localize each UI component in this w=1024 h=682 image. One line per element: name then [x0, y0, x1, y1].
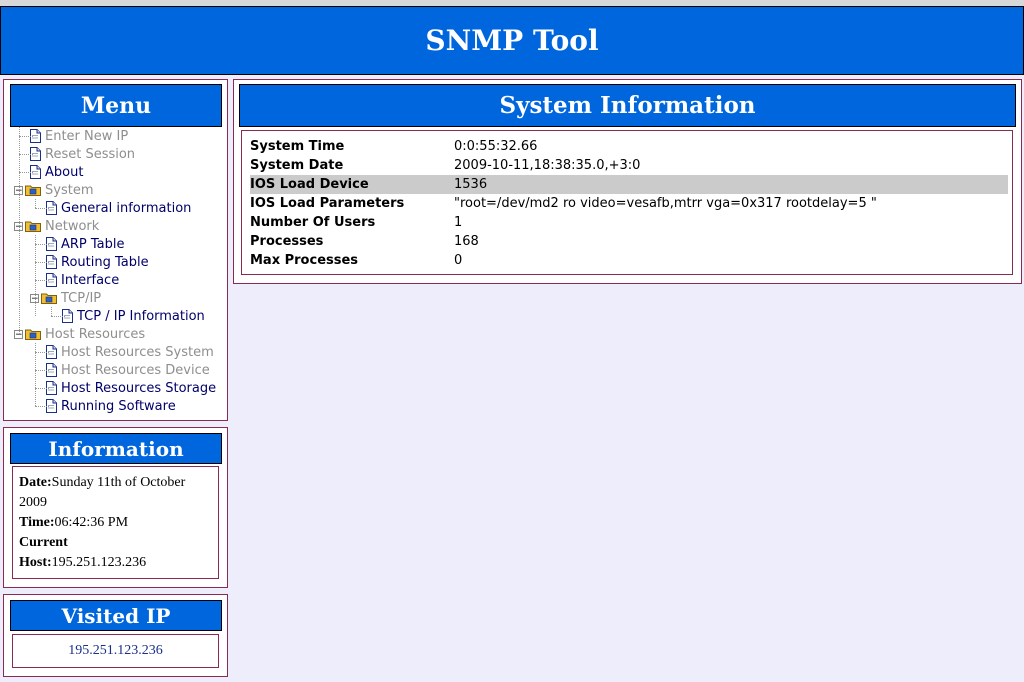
menu-item-label: Enter New IP	[45, 128, 129, 144]
sysinfo-value: 0	[454, 253, 463, 268]
tree-connector	[35, 406, 49, 407]
system-information-table: System Time 0:0:55:32.66 System Date 2009-1…	[241, 130, 1013, 275]
tree-connector	[35, 208, 49, 209]
sysinfo-key: Processes	[250, 234, 324, 249]
menu-item-label: ARP Table	[61, 236, 125, 252]
sysinfo-row-max-processes: Max Processes 0	[250, 251, 1008, 270]
visited-ip-box: 195.251.123.236	[12, 634, 219, 668]
menu-panel: Menu Enter New IP Reset Session About − Syst…	[3, 79, 228, 421]
menu-item-running-software[interactable]: Running Software	[30, 397, 176, 415]
date-label: Date:	[19, 475, 52, 490]
folder-icon	[25, 184, 41, 196]
host-value: 195.251.123.236	[51, 555, 147, 570]
sysinfo-row-ios-load-device: IOS Load Device 1536	[250, 175, 1008, 194]
tree-guide-line	[35, 235, 36, 316]
visited-ip-panel: Visited IP 195.251.123.236	[3, 594, 228, 677]
menu-item-label: Host Resources	[45, 326, 146, 342]
menu-title: Menu	[10, 84, 222, 127]
tree-connector	[35, 280, 49, 281]
tree-connector	[35, 370, 49, 371]
sysinfo-key: Number Of Users	[250, 215, 376, 230]
menu-item-label: Reset Session	[45, 146, 136, 162]
menu-item-label: Routing Table	[61, 254, 149, 270]
tree-guide-line	[19, 127, 20, 334]
system-information-panel: System Information System Time 0:0:55:32.…	[233, 79, 1022, 284]
menu-item-network[interactable]: − Network	[14, 217, 99, 235]
sysinfo-value: 1	[454, 215, 463, 230]
tree-connector	[19, 136, 33, 137]
menu-item-label: Interface	[61, 272, 120, 288]
menu-item-host-resources[interactable]: − Host Resources	[14, 325, 145, 343]
tree-guide-line	[51, 307, 52, 316]
tree-guide-line	[35, 199, 36, 208]
sysinfo-value: "root=/dev/md2 ro video=vesafb,mtrr vga=…	[454, 196, 877, 211]
menu-item-label: Running Software	[61, 398, 176, 414]
visited-ip-title: Visited IP	[10, 600, 222, 631]
folder-icon	[25, 220, 41, 232]
tree-connector	[35, 388, 49, 389]
menu-item-general-information[interactable]: General information	[30, 199, 191, 217]
menu-item-host-resources-system[interactable]: Host Resources System	[30, 343, 214, 361]
menu-item-host-resources-storage[interactable]: Host Resources Storage	[30, 379, 216, 397]
visited-ip-link[interactable]: 195.251.123.236	[68, 643, 163, 659]
current-host-label: Current	[19, 535, 68, 550]
sysinfo-row-number-of-users: Number Of Users 1	[250, 213, 1008, 232]
information-panel: Information Date:Sunday 11th of October …	[3, 427, 228, 588]
menu-item-label: TCP / IP Information	[77, 308, 205, 324]
folder-icon	[41, 292, 57, 304]
sysinfo-row-ios-load-parameters: IOS Load Parameters "root=/dev/md2 ro vid…	[250, 194, 1008, 213]
host-label: Host:	[19, 555, 52, 570]
tree-connector	[19, 172, 33, 173]
sysinfo-value: 2009-10-11,18:38:35.0,+3:0	[454, 158, 641, 173]
menu-item-label: Host Resources Device	[61, 362, 210, 378]
menu-item-tcp-ip[interactable]: − TCP/IP	[30, 289, 101, 307]
time-value: 06:42:36 PM	[54, 515, 129, 530]
tree-connector	[35, 352, 49, 353]
menu-item-system[interactable]: − System	[14, 181, 93, 199]
information-box: Date:Sunday 11th of October 2009 Time:06…	[12, 466, 219, 579]
tree-connector	[35, 244, 49, 245]
sysinfo-value: 168	[454, 234, 479, 249]
sysinfo-value: 0:0:55:32.66	[454, 139, 538, 154]
sysinfo-row-processes: Processes 168	[250, 232, 1008, 251]
menu-item-tcp-ip-information[interactable]: TCP / IP Information	[46, 307, 205, 325]
app-header: SNMP Tool	[0, 6, 1024, 75]
app-title: SNMP Tool	[425, 24, 599, 57]
sysinfo-row-system-time: System Time 0:0:55:32.66	[250, 137, 1008, 156]
folder-icon	[25, 328, 41, 340]
menu-item-label: About	[45, 164, 84, 180]
system-information-title: System Information	[239, 84, 1016, 127]
sysinfo-row-system-date: System Date 2009-10-11,18:38:35.0,+3:0	[250, 156, 1008, 175]
tree-guide-line	[35, 343, 36, 406]
sysinfo-key: Max Processes	[250, 253, 359, 268]
menu-item-label: System	[45, 182, 94, 198]
menu-item-label: Host Resources Storage	[61, 380, 217, 396]
tree-connector	[19, 154, 33, 155]
tree-connector	[35, 262, 49, 263]
menu-item-label: General information	[61, 200, 192, 216]
time-label: Time:	[19, 515, 55, 530]
sysinfo-value: 1536	[454, 177, 488, 192]
menu-item-label: Host Resources System	[61, 344, 214, 360]
sysinfo-key: IOS Load Device	[250, 177, 369, 192]
information-title: Information	[10, 433, 222, 464]
sysinfo-key: System Time	[250, 139, 345, 154]
sysinfo-key: System Date	[250, 158, 344, 173]
menu-item-label: TCP/IP	[61, 290, 102, 306]
tree-connector	[51, 316, 65, 317]
menu-item-host-resources-device[interactable]: Host Resources Device	[30, 361, 210, 379]
menu-item-label: Network	[45, 218, 100, 234]
sysinfo-key: IOS Load Parameters	[250, 196, 405, 211]
